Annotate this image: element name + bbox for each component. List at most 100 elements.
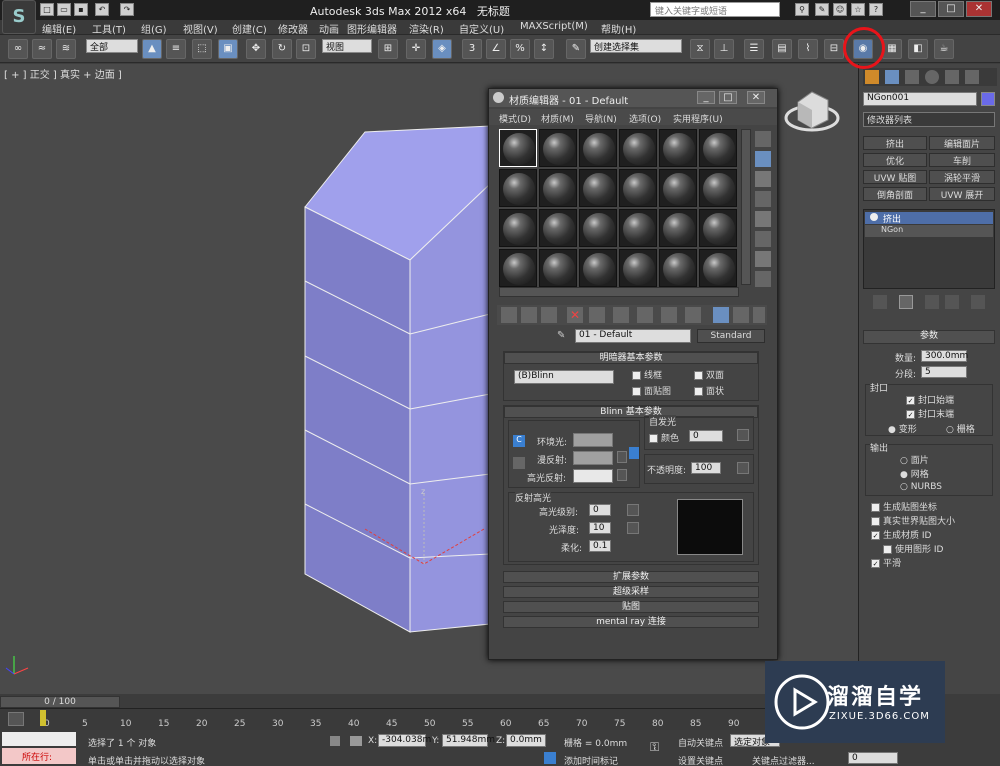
spec-level-value[interactable]: 0 bbox=[589, 504, 611, 516]
opacity-map-button[interactable] bbox=[737, 462, 749, 474]
close-button[interactable]: ✕ bbox=[966, 1, 992, 17]
smooth-checkbox[interactable]: ✓ bbox=[871, 559, 880, 568]
key-icon[interactable]: ⚿ bbox=[650, 740, 659, 755]
show-end-result-stack-icon[interactable] bbox=[899, 295, 913, 309]
options-icon[interactable] bbox=[755, 251, 771, 267]
lock-diffuse-icon[interactable] bbox=[629, 447, 639, 459]
modifier-list-select[interactable]: 修改器列表 bbox=[863, 112, 995, 127]
gen-map-checkbox[interactable] bbox=[871, 503, 880, 512]
layer-manager-icon[interactable]: ☰ bbox=[744, 39, 764, 59]
save-icon[interactable]: ▪ bbox=[74, 3, 88, 16]
curve-editor-mini-icon[interactable] bbox=[8, 712, 24, 726]
ambient-swatch[interactable] bbox=[573, 433, 613, 447]
put-to-library-icon[interactable] bbox=[637, 307, 653, 323]
gen-matid-checkbox[interactable]: ✓ bbox=[871, 531, 880, 540]
params-rollout-header[interactable]: 参数 bbox=[863, 330, 995, 344]
unlink-icon[interactable]: ≈ bbox=[32, 39, 52, 59]
mesh-option[interactable]: ● 网格 bbox=[900, 467, 929, 480]
diffuse-map-button[interactable] bbox=[617, 451, 627, 463]
rollout-supersampling[interactable]: 超级采样 bbox=[503, 586, 759, 598]
align-icon[interactable]: ⊥ bbox=[714, 39, 734, 59]
mod-button-edit-patch[interactable]: 编辑面片 bbox=[929, 136, 995, 150]
frame-marker[interactable] bbox=[40, 710, 46, 726]
z-coord-field[interactable]: 0.0mm bbox=[506, 734, 546, 747]
make-unique-stack-icon[interactable] bbox=[925, 295, 939, 309]
copy-material-icon[interactable] bbox=[589, 307, 605, 323]
sample-slot[interactable] bbox=[619, 209, 657, 247]
open-file-icon[interactable]: ▭ bbox=[57, 3, 71, 16]
mated-menu-material[interactable]: 材质(M) bbox=[541, 112, 574, 125]
go-forward-icon[interactable] bbox=[753, 307, 765, 323]
rendered-frame-icon[interactable]: ◧ bbox=[908, 39, 928, 59]
face-map-checkbox[interactable] bbox=[632, 387, 641, 396]
utilities-tab-icon[interactable] bbox=[965, 70, 979, 84]
graphite-icon[interactable]: ▤ bbox=[772, 39, 792, 59]
sample-slot[interactable] bbox=[499, 249, 537, 287]
render-setup-icon[interactable]: ▦ bbox=[882, 39, 902, 59]
mated-menu-mode[interactable]: 模式(D) bbox=[499, 112, 531, 125]
extruded-ngon-object[interactable] bbox=[304, 125, 491, 633]
mod-button-optimize[interactable]: 优化 bbox=[863, 153, 927, 167]
make-preview-icon[interactable] bbox=[755, 231, 771, 247]
mod-button-unwrap-uvw[interactable]: UVW 展开 bbox=[929, 187, 995, 201]
app-logo-icon[interactable]: S bbox=[2, 0, 36, 34]
rollout-mental-ray[interactable]: mental ray 连接 bbox=[503, 616, 759, 628]
sample-slot[interactable] bbox=[659, 129, 697, 167]
menu-maxscript[interactable]: MAXScript(M) bbox=[520, 21, 588, 32]
hierarchy-tab-icon[interactable] bbox=[905, 70, 919, 84]
material-editor-window[interactable]: 材质编辑器 - 01 - Default _ □ ✕ 模式(D) 材质(M) 导… bbox=[488, 88, 778, 660]
configure-sets-icon[interactable] bbox=[971, 295, 985, 309]
frame-ruler[interactable]: 0 5 10 15 20 25 30 35 40 45 50 55 60 65 70 75 80 85 90 bbox=[0, 708, 780, 730]
self-illum-value[interactable]: 0 bbox=[689, 430, 723, 442]
self-illum-color-option[interactable]: 颜色 bbox=[649, 431, 679, 444]
y-coord-field[interactable]: 51.948mm bbox=[442, 734, 495, 747]
sample-slot[interactable] bbox=[539, 129, 577, 167]
motion-tab-icon[interactable] bbox=[925, 70, 939, 84]
material-id-icon[interactable] bbox=[661, 307, 677, 323]
diffuse-swatch[interactable] bbox=[573, 451, 613, 465]
manipulate-icon[interactable]: ✛ bbox=[406, 39, 426, 59]
specular-map-button[interactable] bbox=[617, 469, 627, 481]
use-shape-option[interactable]: 使用图形 ID bbox=[883, 542, 943, 555]
lock-ambient-icon[interactable]: C bbox=[513, 435, 525, 447]
edit-named-sets-icon[interactable]: ✎ bbox=[566, 39, 586, 59]
mirror-icon[interactable]: ⧖ bbox=[690, 39, 710, 59]
grid-option[interactable]: ○ 栅格 bbox=[946, 422, 975, 435]
show-map-icon[interactable] bbox=[685, 307, 701, 323]
spinner-snap-icon[interactable]: ↕ bbox=[534, 39, 554, 59]
real-world-checkbox[interactable] bbox=[871, 517, 880, 526]
opacity-value[interactable]: 100 bbox=[691, 462, 721, 474]
time-tag-icon[interactable] bbox=[544, 752, 556, 764]
rotate-icon[interactable]: ↻ bbox=[272, 39, 292, 59]
sample-slot[interactable] bbox=[659, 169, 697, 207]
sample-slot[interactable] bbox=[499, 169, 537, 207]
set-key-button[interactable]: 设置关键点 bbox=[678, 754, 723, 766]
viewcube-icon[interactable] bbox=[784, 91, 840, 132]
binoculars-icon[interactable]: ⚲ bbox=[795, 3, 809, 16]
segments-field[interactable]: 5 bbox=[921, 366, 967, 378]
link-icon[interactable]: ∞ bbox=[8, 39, 28, 59]
rollout-maps[interactable]: 贴图 bbox=[503, 601, 759, 613]
sample-slot[interactable] bbox=[699, 249, 737, 287]
selection-filter-select[interactable]: 全部 bbox=[86, 39, 138, 53]
modify-tab-icon[interactable] bbox=[885, 70, 899, 84]
sample-slot[interactable] bbox=[659, 249, 697, 287]
minimize-button[interactable]: _ bbox=[910, 1, 936, 17]
get-material-icon[interactable] bbox=[501, 307, 517, 323]
sample-slot[interactable] bbox=[539, 209, 577, 247]
mod-button-bevel-profile[interactable]: 倒角剖面 bbox=[863, 187, 927, 201]
menu-help[interactable]: 帮助(H) bbox=[601, 21, 636, 36]
mated-close-button[interactable]: ✕ bbox=[747, 91, 765, 104]
cap-end-option[interactable]: ✓ 封口末端 bbox=[906, 407, 954, 420]
wire-checkbox[interactable] bbox=[632, 371, 641, 380]
mod-button-turbosmooth[interactable]: 涡轮平滑 bbox=[929, 170, 995, 184]
add-time-tag[interactable]: 添加时间标记 bbox=[564, 754, 618, 766]
faceted-checkbox[interactable] bbox=[694, 387, 703, 396]
lock-specular-icon[interactable] bbox=[513, 457, 525, 469]
spec-level-map-button[interactable] bbox=[627, 504, 639, 516]
self-illum-color-checkbox[interactable] bbox=[649, 434, 658, 443]
menu-graph-editors[interactable]: 图形编辑器 bbox=[347, 21, 397, 36]
put-to-scene-icon[interactable] bbox=[521, 307, 537, 323]
slots-vscrollbar[interactable] bbox=[741, 129, 751, 285]
move-icon[interactable]: ✥ bbox=[246, 39, 266, 59]
